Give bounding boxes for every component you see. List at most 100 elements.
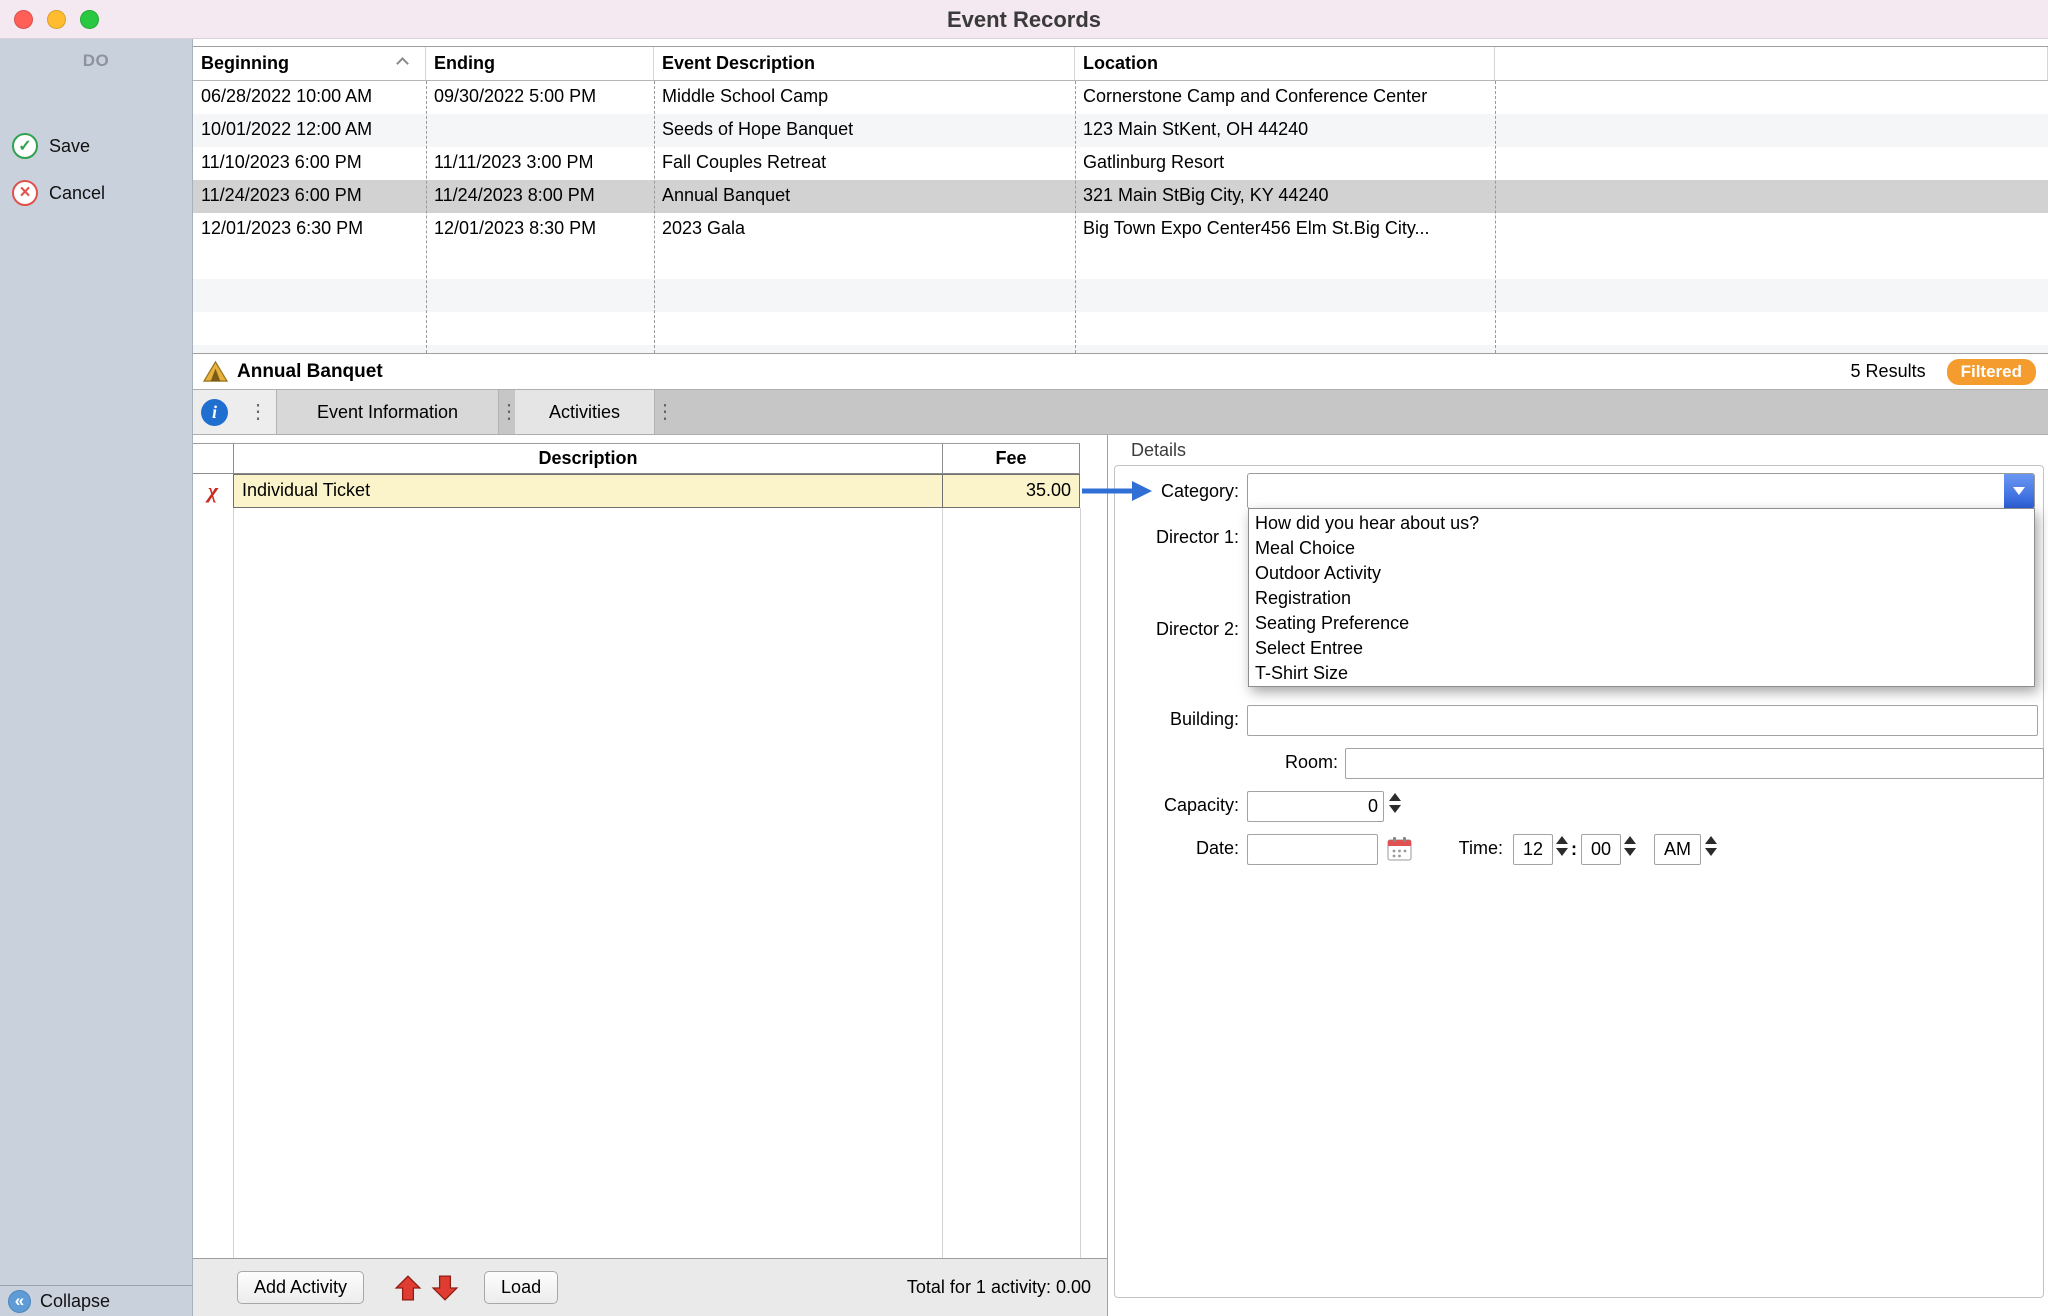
tab-bar-filler — [671, 390, 2048, 434]
column-header-row-icon — [193, 444, 233, 473]
column-label: Ending — [434, 53, 495, 73]
capacity-input[interactable] — [1247, 791, 1384, 822]
chevron-down-icon — [2013, 487, 2025, 495]
category-dropdown-list: How did you hear about us? Meal Choice O… — [1248, 508, 2035, 687]
event-row-empty — [193, 345, 2048, 354]
cell-beginning: 11/24/2023 6:00 PM — [193, 180, 426, 213]
cell-beginning: 06/28/2022 10:00 AM — [193, 81, 426, 114]
column-header-event-description[interactable]: Event Description — [654, 47, 1075, 80]
capacity-stepper[interactable] — [1389, 793, 1401, 813]
time-hour-input[interactable] — [1513, 834, 1553, 865]
record-title: Annual Banquet — [237, 361, 383, 383]
load-button[interactable]: Load — [484, 1271, 558, 1304]
time-label: Time: — [1403, 838, 1503, 859]
column-header-beginning[interactable]: Beginning — [193, 47, 426, 80]
cell-ending — [426, 114, 654, 147]
column-divider — [1080, 508, 1081, 1258]
stepper-up-icon — [1624, 836, 1636, 844]
activities-footer: Add Activity Load Total for 1 activity: … — [193, 1258, 1107, 1316]
cell-ending: 12/01/2023 8:30 PM — [426, 213, 654, 246]
move-up-icon[interactable] — [394, 1274, 422, 1302]
save-check-icon: ✓ — [12, 133, 38, 159]
sidebar-section-header: DO — [0, 51, 192, 71]
cell-description: Annual Banquet — [654, 180, 1075, 213]
event-row[interactable]: 12/01/2023 6:30 PM 12/01/2023 8:30 PM 20… — [193, 213, 2048, 246]
sort-ascending-icon — [396, 57, 409, 70]
dropdown-option[interactable]: Registration — [1249, 586, 2034, 611]
ampm-stepper[interactable] — [1705, 836, 1717, 856]
dropdown-option[interactable]: How did you hear about us? — [1249, 511, 2034, 536]
dropdown-option[interactable]: T-Shirt Size — [1249, 661, 2034, 686]
save-button[interactable]: ✓ Save — [12, 131, 90, 161]
time-ampm-input[interactable] — [1654, 834, 1701, 865]
filtered-badge[interactable]: Filtered — [1947, 359, 2036, 385]
cell-beginning: 12/01/2023 6:30 PM — [193, 213, 426, 246]
column-divider — [233, 508, 234, 1258]
tab-label: Activities — [549, 402, 620, 423]
cell-extra — [1495, 180, 2048, 213]
building-input[interactable] — [1247, 705, 2038, 736]
save-label: Save — [49, 136, 90, 157]
info-icon[interactable]: i — [201, 399, 228, 426]
room-input[interactable] — [1345, 748, 2044, 779]
stepper-up-icon — [1556, 836, 1568, 844]
segment-menu-dots-icon[interactable]: ⋮ — [248, 390, 268, 435]
event-row-empty — [193, 312, 2048, 345]
activities-total: Total for 1 activity: 0.00 — [907, 1277, 1091, 1298]
event-tent-icon — [203, 360, 228, 383]
tab-event-information[interactable]: Event Information — [277, 390, 499, 434]
date-label: Date: — [1108, 838, 1239, 859]
dropdown-option[interactable]: Meal Choice — [1249, 536, 2034, 561]
cancel-label: Cancel — [49, 183, 105, 204]
cancel-button[interactable]: × Cancel — [12, 178, 105, 208]
column-label: Location — [1083, 53, 1158, 73]
tab-menu-dots-icon[interactable]: ⋮ — [499, 390, 515, 434]
activities-panel: Description Fee χ Individual Ticket 35.0… — [193, 435, 1108, 1316]
column-header-location[interactable]: Location — [1075, 47, 1495, 80]
cell-description: Fall Couples Retreat — [654, 147, 1075, 180]
column-label: Event Description — [662, 53, 815, 73]
results-count: 5 Results — [1851, 361, 1926, 382]
cell-beginning: 10/01/2022 12:00 AM — [193, 114, 426, 147]
event-row-selected[interactable]: 11/24/2023 6:00 PM 11/24/2023 8:00 PM An… — [193, 180, 2048, 213]
cancel-x-icon: × — [12, 180, 38, 206]
column-header-description[interactable]: Description — [233, 444, 942, 473]
info-segment: i ⋮ — [193, 390, 277, 434]
column-label: Beginning — [201, 53, 289, 73]
dropdown-option[interactable]: Seating Preference — [1249, 611, 2034, 636]
column-header-fee[interactable]: Fee — [942, 444, 1080, 473]
tab-bar: i ⋮ Event Information ⋮ Activities ⋮ — [193, 390, 2048, 435]
delete-activity-icon[interactable]: χ — [208, 478, 218, 504]
tab-activities[interactable]: Activities — [515, 390, 655, 434]
move-down-icon[interactable] — [431, 1274, 459, 1302]
event-row[interactable]: 10/01/2022 12:00 AM Seeds of Hope Banque… — [193, 114, 2048, 147]
event-list-table: Beginning Ending Event Description Locat… — [193, 46, 2048, 354]
director2-label: Director 2: — [1108, 619, 1239, 640]
cell-location: Gatlinburg Resort — [1075, 147, 1495, 180]
hour-stepper[interactable] — [1556, 836, 1568, 856]
dropdown-button[interactable] — [2004, 474, 2034, 508]
activity-row[interactable]: χ Individual Ticket 35.00 — [193, 474, 1080, 508]
add-activity-button[interactable]: Add Activity — [237, 1271, 364, 1304]
minute-stepper[interactable] — [1624, 836, 1636, 856]
column-header-ending[interactable]: Ending — [426, 47, 654, 80]
category-combobox[interactable] — [1247, 473, 2035, 509]
stepper-down-icon — [1556, 848, 1568, 856]
dropdown-option[interactable]: Select Entree — [1249, 636, 2034, 661]
app-window: Event Records DO ✓ Save × Cancel « Colla… — [0, 0, 2048, 1316]
time-minute-input[interactable] — [1581, 834, 1621, 865]
event-row[interactable]: 06/28/2022 10:00 AM 09/30/2022 5:00 PM M… — [193, 81, 2048, 114]
cell-extra — [1495, 114, 2048, 147]
dropdown-option[interactable]: Outdoor Activity — [1249, 561, 2034, 586]
tab-menu-dots-icon[interactable]: ⋮ — [655, 390, 671, 434]
activity-description-cell[interactable]: Individual Ticket — [233, 474, 942, 508]
column-divider — [942, 508, 943, 1258]
cell-description: Middle School Camp — [654, 81, 1075, 114]
activity-fee-cell[interactable]: 35.00 — [942, 474, 1080, 508]
details-panel: Details Category: How did you hear about… — [1108, 435, 2048, 1316]
date-input[interactable] — [1247, 834, 1378, 865]
cell-beginning: 11/10/2023 6:00 PM — [193, 147, 426, 180]
collapse-button[interactable]: « Collapse — [0, 1285, 192, 1316]
capacity-label: Capacity: — [1108, 795, 1239, 816]
event-row[interactable]: 11/10/2023 6:00 PM 11/11/2023 3:00 PM Fa… — [193, 147, 2048, 180]
